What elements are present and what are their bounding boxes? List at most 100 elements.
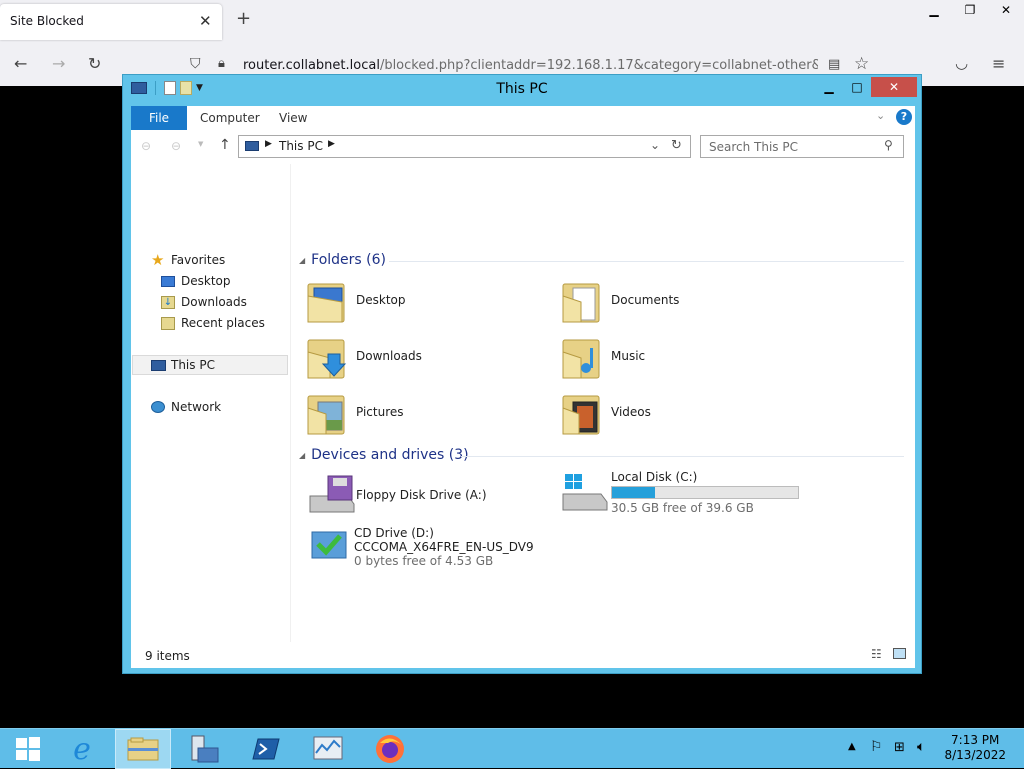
close-tab-icon[interactable]: ✕	[199, 12, 212, 30]
desktop-icon	[161, 275, 175, 287]
maximize-button[interactable]: □	[843, 77, 871, 97]
url-text[interactable]: router.collabnet.local/blocked.php?clien…	[243, 58, 818, 73]
folder-label: Pictures	[356, 405, 404, 419]
address-row: ⊖ ⊖ ▼ ↑ ▶ This PC ▶ ⌄ ↻ Search This PC ⚲	[131, 130, 915, 164]
drive-cd[interactable]: CD Drive (D:) CCCOMA_X64FRE_EN-US_DV9 0 …	[310, 526, 534, 568]
group-divider	[461, 456, 904, 457]
reader-view-icon[interactable]: ▤	[828, 57, 840, 72]
chevron-right-icon[interactable]: ▶	[328, 139, 335, 149]
collapse-icon[interactable]: ◢	[299, 451, 305, 460]
start-button[interactable]	[0, 729, 56, 769]
tree-item-recent-places[interactable]: Recent places	[161, 313, 265, 333]
lock-icon[interactable]: 🔒︎	[218, 56, 225, 71]
browser-tab[interactable]: Site Blocked ✕	[0, 4, 222, 40]
shield-icon[interactable]: ⛉	[190, 56, 201, 72]
large-icons-view-icon[interactable]	[893, 648, 906, 659]
tree-item-this-pc[interactable]: This PC	[132, 355, 288, 375]
title-bar[interactable]: ▼ This PC ▁ □ ✕	[123, 75, 921, 105]
forward-arrow-icon[interactable]: ⊖	[171, 139, 181, 153]
folder-downloads[interactable]: Downloads	[306, 332, 422, 380]
search-input[interactable]: Search This PC ⚲	[700, 135, 904, 158]
back-icon[interactable]: ←	[14, 54, 27, 73]
refresh-icon[interactable]: ↻	[671, 138, 682, 153]
group-header-devices[interactable]: ◢ Devices and drives (3)	[299, 447, 469, 463]
folder-icon	[562, 395, 600, 435]
folder-label: Downloads	[356, 349, 422, 363]
powershell-button[interactable]	[238, 729, 294, 769]
tree-item-favorites[interactable]: ★ Favorites	[151, 250, 225, 270]
back-arrow-icon[interactable]: ⊖	[141, 139, 151, 153]
folder-icon	[562, 339, 600, 379]
close-button[interactable]: ✕	[871, 77, 917, 97]
folder-icon	[562, 283, 600, 323]
clock-time: 7:13 PM	[951, 733, 1000, 747]
star-icon: ★	[151, 251, 165, 269]
help-icon[interactable]: ?	[896, 109, 912, 125]
menu-icon[interactable]: ≡	[992, 54, 1005, 73]
folder-desktop[interactable]: Desktop	[306, 276, 406, 324]
recent-locations-icon[interactable]: ▼	[198, 140, 203, 148]
folder-label: Documents	[611, 293, 680, 307]
reload-icon[interactable]: ↻	[88, 54, 101, 73]
bookmark-star-icon[interactable]: ☆	[854, 54, 869, 74]
cd-drive-icon	[311, 531, 347, 559]
minimize-button[interactable]: ▁	[815, 77, 843, 97]
drive-free-space: 0 bytes free of 4.53 GB	[354, 554, 494, 568]
drive-free-space: 30.5 GB free of 39.6 GB	[611, 501, 754, 515]
server-manager-icon	[191, 735, 219, 763]
internet-explorer-icon: e	[73, 731, 91, 767]
this-pc-icon	[245, 141, 259, 151]
system-monitor-button[interactable]	[300, 729, 356, 769]
action-center-flag-icon[interactable]: ⚐	[870, 739, 883, 755]
tab-view[interactable]: View	[279, 106, 307, 130]
search-icon[interactable]: ⚲	[884, 138, 893, 152]
tree-item-downloads[interactable]: ↓ Downloads	[161, 292, 247, 312]
floppy-drive-icon	[309, 475, 355, 513]
network-icon	[151, 401, 165, 413]
new-tab-icon[interactable]: +	[236, 8, 251, 29]
drive-label: Floppy Disk Drive (A:)	[356, 488, 487, 502]
powershell-icon	[252, 738, 280, 760]
folder-pictures[interactable]: Pictures	[306, 388, 404, 436]
tab-computer[interactable]: Computer	[200, 106, 260, 130]
group-header-folders[interactable]: ◢ Folders (6)	[299, 252, 386, 268]
group-divider	[389, 261, 904, 262]
server-manager-button[interactable]	[176, 729, 232, 769]
tree-item-network[interactable]: Network	[151, 397, 221, 417]
show-hidden-icons-icon[interactable]: ▲	[848, 741, 856, 752]
file-explorer-window: ▼ This PC ▁ □ ✕ File Computer View ⌄ ? ⊖…	[122, 74, 922, 674]
folder-icon	[307, 395, 345, 435]
address-bar[interactable]: ▶ This PC ▶ ⌄ ↻	[238, 135, 691, 158]
details-view-icon[interactable]: ☷	[871, 647, 882, 661]
firefox-button[interactable]	[362, 729, 418, 769]
close-button[interactable]: ✕	[988, 0, 1024, 20]
folder-music[interactable]: Music	[561, 332, 645, 380]
drive-local-c[interactable]: Local Disk (C:) 30.5 GB free of 39.6 GB	[559, 470, 799, 515]
restore-button[interactable]: ❐	[952, 0, 988, 20]
up-arrow-icon[interactable]: ↑	[219, 137, 231, 153]
network-tray-icon[interactable]: ⊞	[894, 740, 905, 755]
folder-icon	[307, 339, 347, 379]
chevron-right-icon[interactable]: ▶	[265, 139, 272, 149]
chevron-down-icon[interactable]: ⌄	[650, 138, 660, 152]
expand-ribbon-icon[interactable]: ⌄	[876, 109, 885, 122]
drive-floppy[interactable]: Floppy Disk Drive (A:)	[306, 474, 487, 516]
internet-explorer-button[interactable]: e	[54, 729, 110, 769]
tree-label: This PC	[171, 358, 215, 372]
tree-item-desktop[interactable]: Desktop	[161, 271, 231, 291]
tree-label: Network	[171, 400, 222, 414]
tab-file[interactable]: File	[131, 106, 187, 130]
collapse-icon[interactable]: ◢	[299, 256, 305, 265]
folder-documents[interactable]: Documents	[561, 276, 679, 324]
forward-icon[interactable]: →	[52, 54, 65, 73]
tree-label: Favorites	[171, 253, 226, 267]
minimize-button[interactable]: ▁	[916, 0, 952, 20]
volume-muted-icon[interactable]: 🔈︎	[917, 739, 925, 755]
clock[interactable]: 7:13 PM 8/13/2022	[944, 733, 1006, 763]
computer-icon	[151, 359, 166, 371]
breadcrumb[interactable]: This PC	[279, 139, 323, 153]
folder-icon	[307, 283, 345, 323]
pocket-icon[interactable]: ◡	[955, 54, 968, 72]
folder-videos[interactable]: Videos	[561, 388, 651, 436]
file-explorer-button[interactable]	[115, 729, 171, 769]
